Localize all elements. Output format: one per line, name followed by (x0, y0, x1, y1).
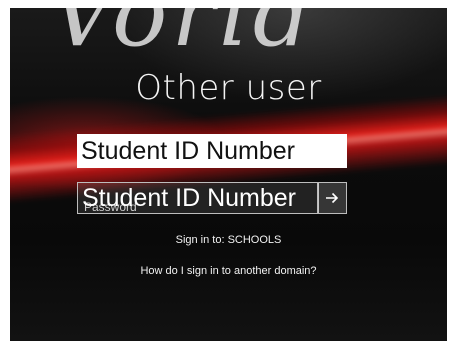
submit-button[interactable] (317, 182, 347, 214)
brand-logo: Vorld (50, 8, 316, 67)
signin-domain-label: Sign in to: SCHOOLS (175, 234, 282, 246)
username-field[interactable]: Student ID Number (77, 134, 347, 168)
password-value: Student ID Number (82, 184, 296, 212)
other-domain-link[interactable]: How do I sign in to another domain? (10, 265, 447, 277)
page-title: Other user (135, 68, 322, 108)
username-value: Student ID Number (81, 137, 295, 165)
login-screen: Vorld Other user Student ID Number Passw… (10, 8, 447, 341)
password-field[interactable]: Password Student ID Number (77, 182, 319, 214)
arrow-right-icon (326, 192, 339, 204)
